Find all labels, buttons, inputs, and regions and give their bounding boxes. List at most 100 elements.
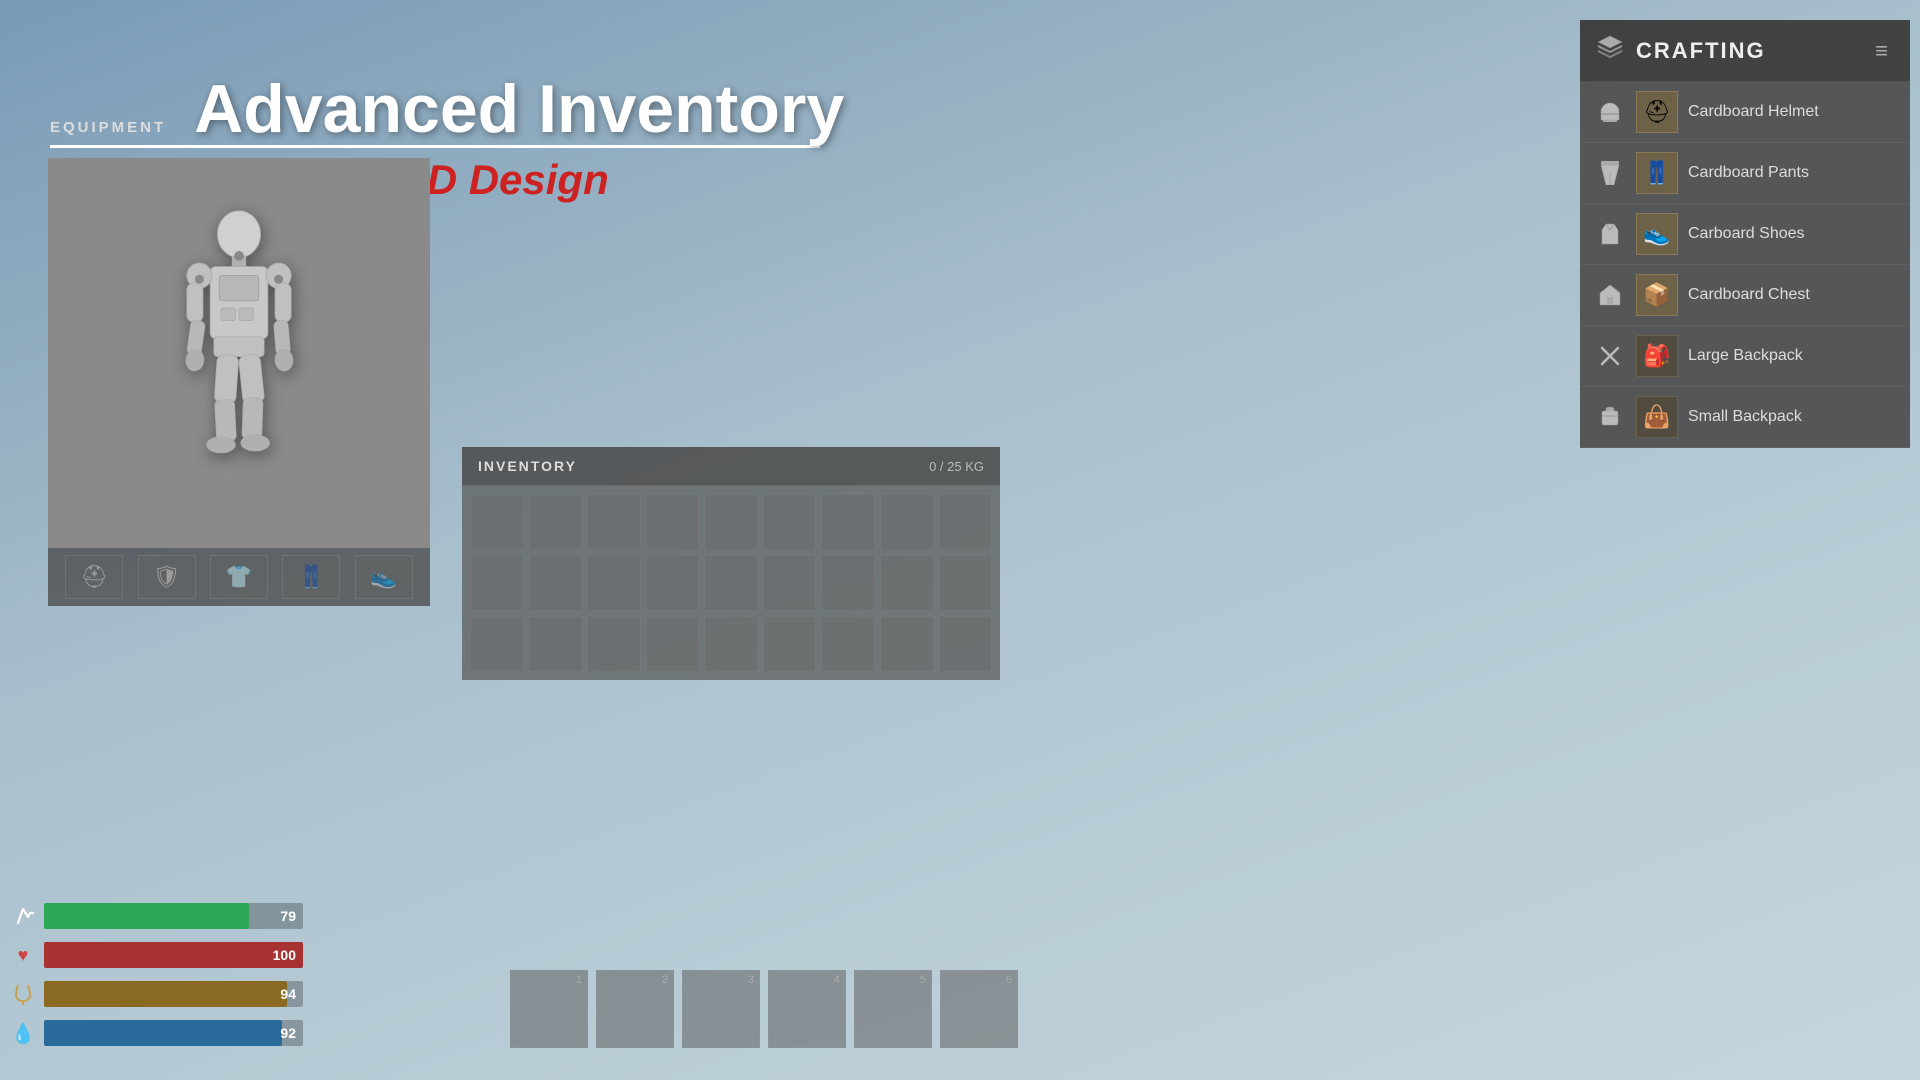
inventory-grid xyxy=(462,486,1000,680)
inventory-cell[interactable] xyxy=(704,494,758,550)
hotbar-slot-1[interactable]: 1 xyxy=(510,970,588,1048)
inventory-cell[interactable] xyxy=(529,616,583,672)
crafting-item-name-helmet: Cardboard Helmet xyxy=(1688,103,1819,121)
character-area xyxy=(48,158,430,548)
hotbar-slot-2[interactable]: 2 xyxy=(596,970,674,1048)
crafting-cat-icon-bag xyxy=(1594,401,1626,433)
inventory-cell[interactable] xyxy=(587,555,641,611)
inventory-cell[interactable] xyxy=(939,494,993,550)
inventory-row-1 xyxy=(470,494,992,550)
health-bar-fill xyxy=(44,942,303,968)
crafting-item-cardboard-chest[interactable]: 📦 Cardboard Chest xyxy=(1580,265,1910,326)
hotbar-slot-6[interactable]: 6 xyxy=(940,970,1018,1048)
inventory-weight: 0 / 25 KG xyxy=(929,459,984,474)
crafting-item-thumb-chest: 📦 xyxy=(1636,274,1678,316)
inventory-cell[interactable] xyxy=(646,616,700,672)
crafting-item-name-pants: Cardboard Pants xyxy=(1688,164,1809,182)
equip-slot-body[interactable]: 🛡 xyxy=(138,555,196,599)
inventory-cell[interactable] xyxy=(821,555,875,611)
hunger-bar-bg: 94 xyxy=(44,981,303,1007)
inventory-cell[interactable] xyxy=(880,555,934,611)
equip-slot-head[interactable]: ⛑ xyxy=(65,555,123,599)
inventory-header: INVENTORY 0 / 25 KG xyxy=(462,447,1000,486)
crafting-item-thumb-large-backpack: 🎒 xyxy=(1636,335,1678,377)
crafting-item-carboard-shoes[interactable]: 👟 Carboard Shoes xyxy=(1580,204,1910,265)
crafting-item-name-large-backpack: Large Backpack xyxy=(1688,347,1803,365)
hunger-bar-row: 94 xyxy=(8,979,303,1009)
inventory-cell[interactable] xyxy=(470,494,524,550)
thirst-value: 92 xyxy=(280,1025,296,1041)
main-title: Advanced Inventory xyxy=(194,75,844,143)
health-bar-row: ♥ 100 xyxy=(8,940,303,970)
crafting-cat-icon-helmet xyxy=(1594,96,1626,128)
equip-slot-legs[interactable]: 👖 xyxy=(282,555,340,599)
inventory-cell[interactable] xyxy=(763,616,817,672)
crafting-menu-button[interactable]: ≡ xyxy=(1869,34,1894,68)
inventory-cell[interactable] xyxy=(529,494,583,550)
stamina-icon xyxy=(8,901,38,931)
hunger-bar-fill xyxy=(44,981,287,1007)
inventory-cell[interactable] xyxy=(470,555,524,611)
inventory-cell[interactable] xyxy=(704,616,758,672)
crafting-layers-icon xyxy=(1596,33,1624,68)
hotbar-slot-5[interactable]: 5 xyxy=(854,970,932,1048)
crafting-cat-icon-house xyxy=(1594,279,1626,311)
crafting-item-thumb-helmet: ⛑ xyxy=(1636,91,1678,133)
crafting-cat-icon-shirt xyxy=(1594,218,1626,250)
inventory-cell[interactable] xyxy=(646,555,700,611)
crafting-cat-icon-tools xyxy=(1594,340,1626,372)
equipment-slots-bar: ⛑ 🛡 👕 👖 👟 xyxy=(48,548,430,606)
equip-slot-shirt[interactable]: 👕 xyxy=(210,555,268,599)
thirst-bar-fill xyxy=(44,1020,282,1046)
crafting-title: CRAFTING xyxy=(1636,38,1766,64)
hotbar-slot-4[interactable]: 4 xyxy=(768,970,846,1048)
crafting-item-large-backpack[interactable]: 🎒 Large Backpack xyxy=(1580,326,1910,387)
inventory-cell[interactable] xyxy=(646,494,700,550)
inventory-cell[interactable] xyxy=(529,555,583,611)
inventory-panel: INVENTORY 0 / 25 KG xyxy=(462,447,1000,680)
inventory-cell[interactable] xyxy=(821,494,875,550)
equipment-label: EQUIPMENT xyxy=(50,119,166,136)
inventory-label: INVENTORY xyxy=(478,458,577,474)
character-model xyxy=(149,193,329,513)
thirst-icon: 💧 xyxy=(8,1018,38,1048)
crafting-cat-icon-pants xyxy=(1594,157,1626,189)
crafting-item-name-small-backpack: Small Backpack xyxy=(1688,408,1802,426)
inventory-cell[interactable] xyxy=(763,555,817,611)
health-bar-bg: 100 xyxy=(44,942,303,968)
inventory-cell[interactable] xyxy=(763,494,817,550)
crafting-item-name-shoes: Carboard Shoes xyxy=(1688,225,1805,243)
crafting-header: CRAFTING ≡ xyxy=(1580,20,1910,82)
thirst-bar-bg: 92 xyxy=(44,1020,303,1046)
hotbar: 1 2 3 4 5 6 xyxy=(510,970,1018,1048)
inventory-cell[interactable] xyxy=(880,616,934,672)
stamina-bar-fill xyxy=(44,903,249,929)
crafting-item-small-backpack[interactable]: 👜 Small Backpack xyxy=(1580,387,1910,448)
inventory-cell[interactable] xyxy=(587,494,641,550)
crafting-item-thumb-small-backpack: 👜 xyxy=(1636,396,1678,438)
hunger-value: 94 xyxy=(280,986,296,1002)
stamina-value: 79 xyxy=(280,908,296,924)
health-value: 100 xyxy=(273,947,296,963)
stamina-bar-bg: 79 xyxy=(44,903,303,929)
equip-slot-feet[interactable]: 👟 xyxy=(355,555,413,599)
thirst-bar-row: 💧 92 xyxy=(8,1018,303,1048)
inventory-cell[interactable] xyxy=(470,616,524,672)
hunger-icon xyxy=(8,979,38,1009)
inventory-cell[interactable] xyxy=(587,616,641,672)
inventory-cell[interactable] xyxy=(939,616,993,672)
hotbar-slot-3[interactable]: 3 xyxy=(682,970,760,1048)
health-icon: ♥ xyxy=(8,940,38,970)
inventory-cell[interactable] xyxy=(821,616,875,672)
inventory-cell[interactable] xyxy=(704,555,758,611)
inventory-row-3 xyxy=(470,616,992,672)
crafting-panel: CRAFTING ≡ ⛑ Cardboard Helmet 👖 Cardboar… xyxy=(1580,20,1910,448)
crafting-item-cardboard-helmet[interactable]: ⛑ Cardboard Helmet xyxy=(1580,82,1910,143)
crafting-item-thumb-pants: 👖 xyxy=(1636,152,1678,194)
stamina-bar-row: 79 xyxy=(8,901,303,931)
crafting-item-cardboard-pants[interactable]: 👖 Cardboard Pants xyxy=(1580,143,1910,204)
inventory-cell[interactable] xyxy=(939,555,993,611)
inventory-row-2 xyxy=(470,555,992,611)
crafting-item-thumb-shoes: 👟 xyxy=(1636,213,1678,255)
inventory-cell[interactable] xyxy=(880,494,934,550)
